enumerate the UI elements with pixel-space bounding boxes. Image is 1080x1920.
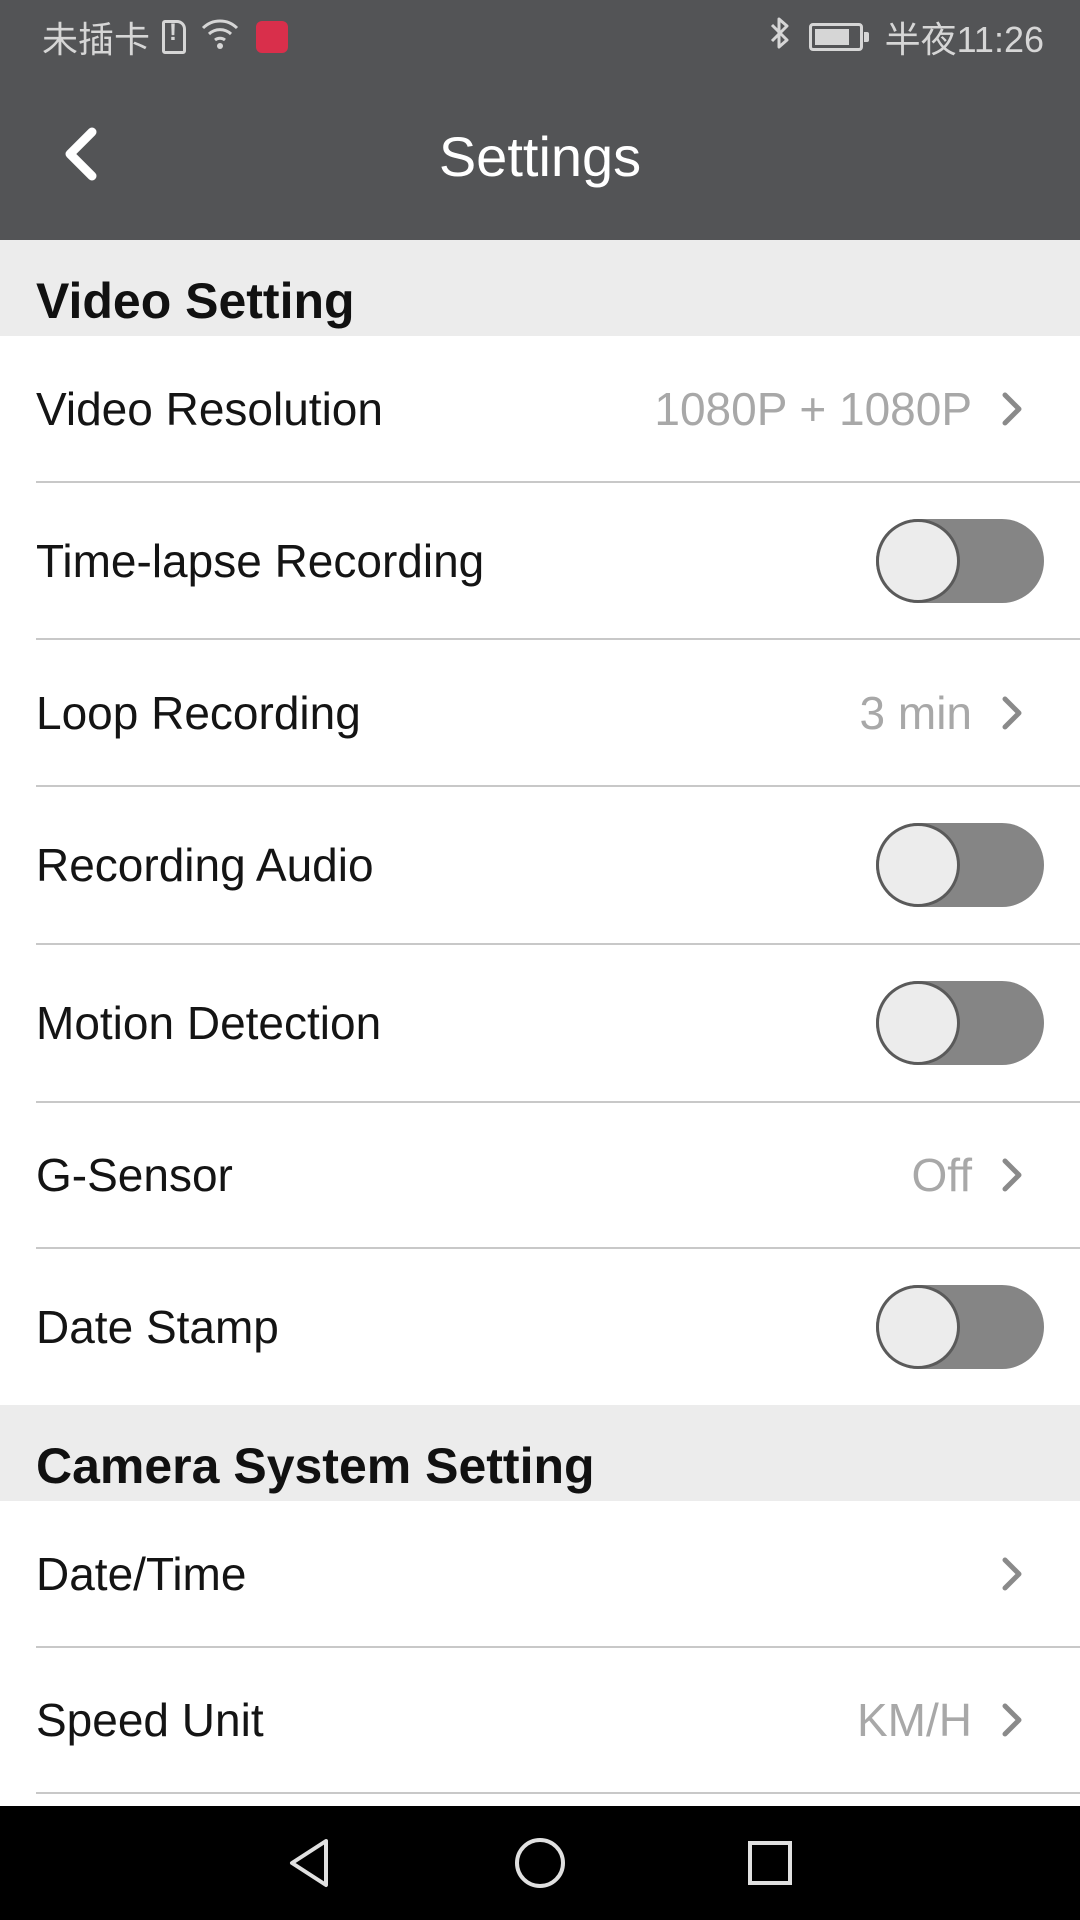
row-speed-unit[interactable]: Speed Unit KM/H [0,1648,1080,1792]
app-bar: Settings [0,74,1080,240]
row-value: KM/H [857,1694,972,1746]
row-label: Motion Detection [36,997,382,1049]
carrier-text: 未插卡 [42,19,151,60]
row-label: Date/Time [36,1548,247,1600]
row-g-sensor[interactable]: G-Sensor Off [0,1103,1080,1247]
divider [36,1792,1080,1794]
row-label: Video Resolution [36,383,383,435]
battery-icon [808,23,869,51]
sim-alert-icon [162,19,187,54]
triangle-back-icon [290,1839,328,1887]
wifi-icon [200,16,240,59]
toggle-knob [876,981,960,1065]
row-time-lapse-recording: Time-lapse Recording [0,483,1080,639]
section-header-video: Video Setting [0,240,1080,336]
system-nav-bar [0,1806,1080,1920]
row-label: G-Sensor [36,1149,233,1201]
chevron-right-icon [1002,1158,1022,1192]
page-title: Settings [438,125,642,188]
motion-detection-toggle[interactable] [876,981,1044,1065]
huawei-app-icon [256,21,289,53]
chevron-right-icon [1002,696,1022,730]
status-right: 半夜11:26 [769,11,1044,63]
nav-recents-button[interactable] [730,1823,810,1903]
section-header-camera-system: Camera System Setting [0,1405,1080,1501]
clock-text: 半夜11:26 [884,19,1044,60]
chevron-right-icon [1002,1557,1022,1591]
section-title: Video Setting [36,273,355,329]
row-label: Speed Unit [36,1694,264,1746]
row-recording-audio: Recording Audio [0,787,1080,943]
toggle-knob [876,823,960,907]
nav-back-button[interactable] [270,1823,350,1903]
row-value: 3 min [859,687,972,739]
row-motion-detection: Motion Detection [0,945,1080,1101]
chevron-right-icon [1002,1703,1022,1737]
square-recents-icon [748,1841,792,1885]
chevron-right-icon [1002,392,1022,426]
row-loop-recording[interactable]: Loop Recording 3 min [0,640,1080,786]
toggle-knob [876,1285,960,1369]
row-date-time[interactable]: Date/Time [0,1501,1080,1647]
recording-audio-toggle[interactable] [876,823,1044,907]
bluetooth-icon [769,16,791,59]
time-lapse-toggle[interactable] [876,519,1044,603]
settings-screen: 未插卡 半夜11:26 [0,0,1080,1920]
status-left: 未插卡 [42,11,289,63]
row-value: 1080P + 1080P [654,383,972,435]
toggle-knob [876,519,960,603]
row-label: Date Stamp [36,1301,279,1353]
row-label: Loop Recording [36,687,361,739]
row-value: Off [911,1149,972,1201]
date-stamp-toggle[interactable] [876,1285,1044,1369]
row-video-resolution[interactable]: Video Resolution 1080P + 1080P [0,336,1080,482]
row-date-stamp: Date Stamp [0,1249,1080,1405]
row-label: Recording Audio [36,839,374,891]
status-bar: 未插卡 半夜11:26 [0,0,1080,74]
section-title: Camera System Setting [36,1438,595,1494]
circle-home-icon [515,1838,565,1888]
row-label: Time-lapse Recording [36,535,485,587]
nav-home-button[interactable] [500,1823,580,1903]
